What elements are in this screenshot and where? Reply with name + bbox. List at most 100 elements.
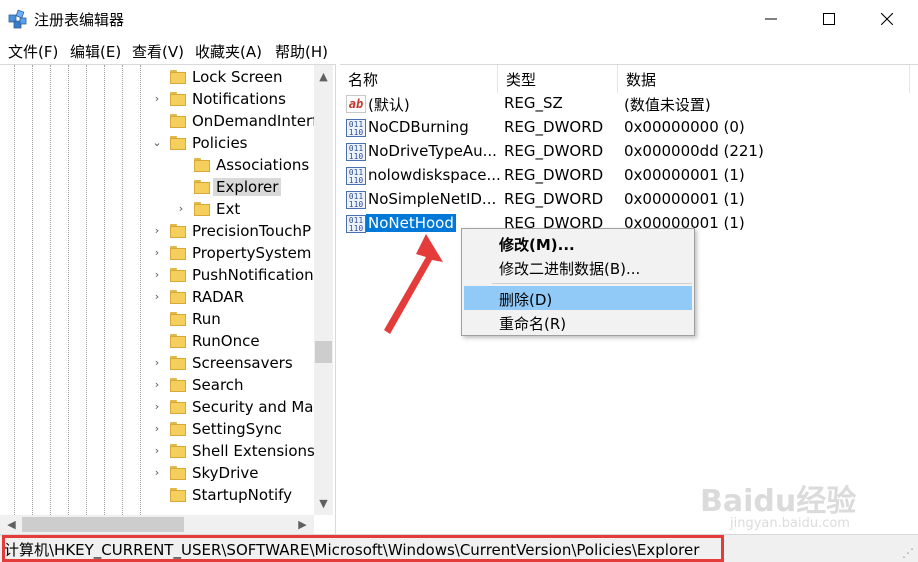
tree-vertical-scrollbar[interactable]: ▲ ▼ [314, 65, 333, 515]
tree-item-label: PropertySystem [192, 244, 312, 262]
tree-item-label: Explorer [213, 178, 282, 196]
scroll-thumb[interactable] [315, 341, 332, 363]
folder-icon [170, 136, 186, 150]
chevron-right-icon[interactable]: › [150, 356, 164, 370]
menu-item-modify[interactable]: 修改(M)... [464, 231, 692, 255]
scroll-left-icon[interactable]: ◀ [2, 515, 21, 534]
close-button[interactable] [864, 0, 910, 38]
chevron-right-icon[interactable]: › [150, 378, 164, 392]
tree-item[interactable]: › Ext [0, 199, 318, 221]
folder-icon [170, 488, 186, 502]
title-bar: 注册表编辑器 [0, 0, 918, 38]
tree-item[interactable]: › PushNotification [0, 265, 318, 287]
tree-item[interactable]: › Notifications [0, 89, 318, 111]
column-header-name[interactable]: 名称 [340, 65, 498, 93]
minimize-button[interactable] [748, 0, 794, 38]
tree-item[interactable]: StartupNotify [0, 485, 318, 507]
value-data: 0x00000001 (1) [624, 166, 745, 184]
tree-item-label: Run [192, 310, 221, 328]
value-row[interactable]: 011 110 nolowdiskspace... REG_DWORD 0x000000… [340, 164, 910, 188]
tree-item-label: RADAR [192, 288, 245, 306]
chevron-right-icon[interactable]: › [150, 444, 164, 458]
chevron-right-icon[interactable]: › [150, 400, 164, 414]
chevron-right-icon[interactable]: › [150, 92, 164, 106]
value-name: NoCDBurning [368, 118, 469, 136]
binary-value-icon: 011 110 [346, 119, 366, 137]
menu-favorites[interactable]: 收藏夹(A) [195, 41, 262, 62]
scroll-right-icon[interactable]: ▶ [293, 515, 312, 534]
red-arrow-annotation [384, 234, 443, 334]
value-data: 0x00000000 (0) [624, 118, 745, 136]
column-header-type[interactable]: 类型 [498, 65, 618, 93]
chevron-down-icon[interactable]: ⌄ [150, 136, 164, 150]
ab-string-icon: ab [346, 95, 366, 113]
registry-editor-window: 注册表编辑器 文件(F) 编辑(E) 查看(V) 收藏夹(A) 帮助(H) Lo… [0, 0, 918, 562]
chevron-right-icon[interactable]: › [150, 422, 164, 436]
menu-help[interactable]: 帮助(H) [275, 41, 328, 62]
folder-icon [170, 290, 186, 304]
chevron-right-icon[interactable]: › [150, 466, 164, 480]
tree-item[interactable]: ⌄ Policies [0, 133, 318, 155]
value-data: 0x000000dd (221) [624, 142, 764, 160]
scroll-up-icon[interactable]: ▲ [314, 67, 333, 86]
baidu-watermark: Baidu经验 jingyan.baidu.com [700, 476, 910, 536]
watermark-url: jingyan.baidu.com [730, 516, 850, 531]
chevron-right-icon[interactable]: › [150, 246, 164, 260]
tree-item[interactable]: › Search [0, 375, 318, 397]
tree-item[interactable]: RunOnce [0, 331, 318, 353]
menu-item-modify-binary[interactable]: 修改二进制数据(B)... [464, 255, 692, 279]
column-header-data[interactable]: 数据 [618, 65, 910, 93]
tree-item[interactable]: Run [0, 309, 318, 331]
tree-item-label: Screensavers [192, 354, 293, 372]
value-type: REG_DWORD [504, 118, 604, 136]
menu-file[interactable]: 文件(F) [8, 41, 58, 62]
tree-item-label: PrecisionTouchP [192, 222, 312, 240]
tree-item[interactable]: Explorer [0, 177, 318, 199]
value-type: REG_DWORD [504, 166, 604, 184]
tree-item[interactable]: Lock Screen [0, 67, 318, 89]
value-row[interactable]: 011 110 NoCDBurning REG_DWORD 0x00000000 (0) [340, 116, 910, 140]
chevron-right-icon[interactable]: › [150, 290, 164, 304]
menu-bar: 文件(F) 编辑(E) 查看(V) 收藏夹(A) 帮助(H) [0, 38, 918, 64]
tree-item[interactable]: OnDemandInterf [0, 111, 318, 133]
maximize-button[interactable] [806, 0, 852, 38]
tree-item[interactable]: › Screensavers [0, 353, 318, 375]
value-row[interactable]: ab (默认) REG_SZ (数值未设置) [340, 92, 910, 116]
tree-item[interactable]: Associations [0, 155, 318, 177]
folder-icon [170, 92, 186, 106]
tree-item[interactable]: › Shell Extensions [0, 441, 318, 463]
window-title: 注册表编辑器 [34, 11, 125, 29]
values-scrollbar[interactable] [910, 65, 918, 535]
value-row[interactable]: 011 110 NoSimpleNetID... REG_DWORD 0x0000000… [340, 188, 910, 212]
menu-item-rename[interactable]: 重命名(R) [464, 310, 692, 334]
menu-view[interactable]: 查看(V) [132, 41, 184, 62]
chevron-right-icon[interactable]: › [174, 202, 188, 216]
folder-icon [170, 268, 186, 282]
tree-horizontal-scrollbar[interactable]: ◀ ▶ [0, 515, 314, 534]
folder-icon [170, 312, 186, 326]
folder-icon [170, 70, 186, 84]
tree-item-label: Notifications [192, 90, 286, 108]
tree-item[interactable]: › Security and Mai [0, 397, 318, 419]
chevron-right-icon[interactable]: › [150, 268, 164, 282]
tree-item[interactable]: › SkyDrive [0, 463, 318, 485]
scroll-thumb[interactable] [22, 517, 184, 532]
value-type: REG_DWORD [504, 142, 604, 160]
tree-item-label: OnDemandInterf [192, 112, 318, 130]
folder-icon [170, 224, 186, 238]
binary-value-icon: 011 110 [346, 215, 366, 233]
close-icon [881, 13, 893, 25]
chevron-right-icon[interactable]: › [150, 224, 164, 238]
value-row[interactable]: 011 110 NoDriveTypeAu... REG_DWORD 0x000000d… [340, 140, 910, 164]
scroll-down-icon[interactable]: ▼ [314, 494, 333, 513]
tree-item[interactable]: › PrecisionTouchP [0, 221, 318, 243]
folder-icon [170, 444, 186, 458]
tree-item[interactable]: › PropertySystem [0, 243, 318, 265]
menu-edit[interactable]: 编辑(E) [70, 41, 121, 62]
tree-item[interactable]: › SettingSync [0, 419, 318, 441]
menu-item-delete[interactable]: 删除(D) [464, 286, 692, 310]
folder-icon [170, 422, 186, 436]
resize-grip-icon[interactable]: ⋰ [902, 546, 916, 560]
folder-icon [170, 400, 186, 414]
tree-item[interactable]: › RADAR [0, 287, 318, 309]
